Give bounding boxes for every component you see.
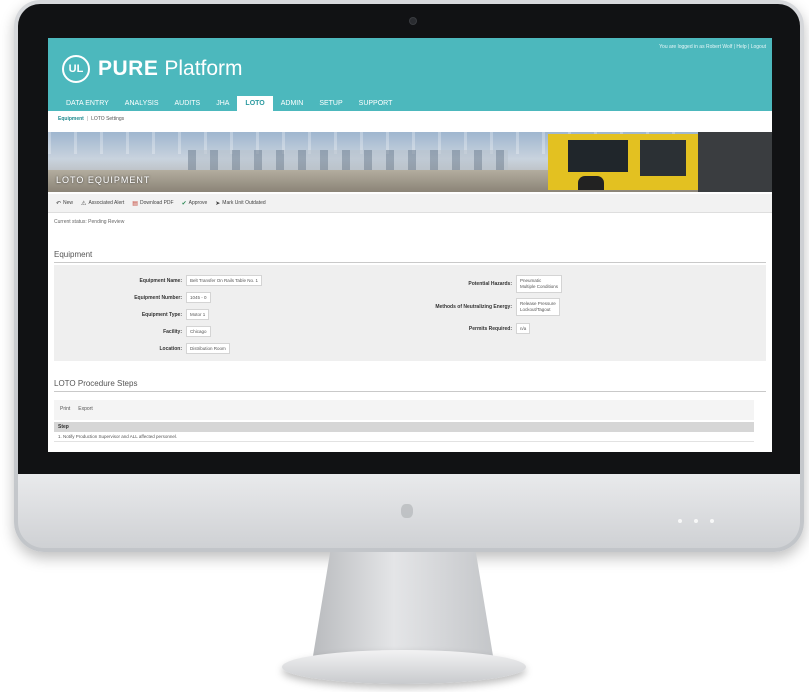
field-label: Equipment Name: [139,277,182,284]
banner-machinery [698,132,772,192]
equipment-details-panel: Equipment Name: Belt Transfer On Rails T… [54,265,766,361]
new-button[interactable]: ↶ New [56,200,73,207]
loto-steps-table: Step 1. Notify Production Supervisor and… [54,422,754,442]
ul-badge-icon: UL [62,55,90,83]
warehouse-banner-image: LOTO EQUIPMENT [48,132,772,192]
tab-setup[interactable]: SETUP [311,96,350,111]
tab-audits[interactable]: AUDITS [167,96,209,111]
forklift-image [548,134,698,190]
download-pdf-button[interactable]: ▤ Download PDF [132,200,173,207]
field-label: Facility: [163,328,182,335]
field-facility: Facility: Chicago [54,326,211,337]
tab-loto[interactable]: LOTO [237,96,273,111]
monitor-stand-base [282,650,526,684]
indicator-dots [678,510,726,528]
equipment-type-value: Motor 1 [186,309,210,320]
check-icon: ✔ [181,200,187,207]
field-equipment-type: Equipment Type: Motor 1 [54,309,210,320]
loto-section-divider [54,391,766,392]
app-header: UL PURE Platform You are logged in as Ro… [48,38,772,111]
tab-data-entry[interactable]: DATA ENTRY [58,96,117,111]
table-row[interactable]: 1. Notify Production Supervisor and ALL … [54,432,754,442]
breadcrumb: Equipment | LOTO Settings [58,116,124,122]
alert-icon: ⚠ [81,200,87,207]
field-potential-hazards: Potential Hazards: Pneumatic Multiple Co… [354,275,563,293]
field-equipment-name: Equipment Name: Belt Transfer On Rails T… [54,275,262,286]
tab-jha[interactable]: JHA [208,96,237,111]
loto-steps-toolbar: Print Export [54,400,754,420]
equipment-section-title: Equipment [54,250,93,259]
tab-admin[interactable]: ADMIN [273,96,312,111]
main-nav: DATA ENTRY ANALYSIS AUDITS JHA LOTO ADMI… [58,96,400,111]
print-button[interactable]: Print [60,406,70,412]
status-text: Current status: Pending Review [54,219,125,225]
neutralizing-methods-value: Release Pressure Lockout/Tagout [516,298,560,316]
banner-title: LOTO EQUIPMENT [56,175,151,185]
field-label: Equipment Number: [134,294,182,301]
logo-pure-text: PURE [98,57,159,80]
pdf-icon: ▤ [132,200,138,207]
loto-steps-section-title: LOTO Procedure Steps [54,379,138,388]
field-location: Location: Distribution Room [54,343,230,354]
camera-icon [410,18,416,24]
apple-logo-icon [401,504,413,518]
app-screen: UL PURE Platform You are logged in as Ro… [48,38,772,452]
tab-analysis[interactable]: ANALYSIS [117,96,167,111]
back-arrow-icon: ↶ [56,200,62,207]
field-label: Equipment Type: [141,311,182,318]
potential-hazards-value: Pneumatic Multiple Conditions [516,275,563,293]
breadcrumb-equipment[interactable]: Equipment [58,116,84,122]
field-label: Permits Required: [468,325,512,332]
field-equipment-number: Equipment Number: 1045 - 0 [54,292,211,303]
field-label: Methods of Neutralizing Energy: [435,304,512,310]
location-value: Distribution Room [186,343,230,354]
monitor-chin [18,474,800,548]
action-toolbar: ↶ New ⚠ Associated Alert ▤ Download PDF ✔ Ap… [48,194,772,213]
field-neutralizing-methods: Methods of Neutralizing Energy: Release … [354,298,560,316]
equipment-name-value: Belt Transfer On Rails Table No. 1 [186,275,262,286]
export-button[interactable]: Export [78,406,92,412]
equipment-number-value: 1045 - 0 [186,292,211,303]
logo-platform-text: Platform [164,57,243,80]
ul-pure-logo[interactable]: UL PURE Platform [62,55,243,83]
associated-alert-button[interactable]: ⚠ Associated Alert [81,200,124,207]
equipment-section-divider [54,262,766,263]
permits-required-value: n/a [516,323,531,334]
mark-icon: ➤ [215,200,221,207]
tab-support[interactable]: SUPPORT [351,96,401,111]
approve-button[interactable]: ✔ Approve [182,200,208,207]
table-column-header: Step [54,422,754,432]
monitor-stand [312,552,494,662]
field-permits-required: Permits Required: n/a [354,323,531,334]
user-links[interactable]: You are logged in as Robert Wolf | Help … [659,44,766,50]
facility-value: Chicago [186,326,211,337]
breadcrumb-loto-settings[interactable]: LOTO Settings [91,116,124,122]
breadcrumb-separator: | [86,116,89,122]
mark-outdated-button[interactable]: ➤ Mark Unit Outdated [215,200,265,207]
field-label: Location: [159,345,183,352]
field-label: Potential Hazards: [468,281,512,287]
